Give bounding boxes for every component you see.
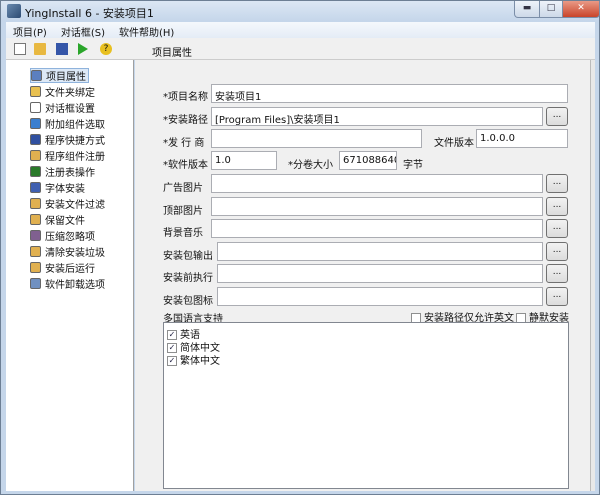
pre-install-run-input[interactable] (217, 264, 543, 284)
package-output-browse-button[interactable]: ... (546, 241, 568, 261)
advertisement-image-label: 广告图片 (163, 183, 203, 194)
tree-item-label: 文件夹绑定 (45, 88, 95, 99)
tree-item-label: 项目属性 (46, 72, 86, 83)
tree-item-label: 安装文件过滤 (45, 200, 105, 211)
title-bar: YingInstall 6 - 安装项目1 ▬ □ ✕ (1, 1, 600, 21)
pre-install-run-label: 安装前执行 (163, 273, 213, 285)
close-button[interactable]: ✕ (562, 1, 600, 18)
tree-item[interactable]: 程序快捷方式 (30, 132, 105, 147)
tree-item-icon (31, 70, 42, 81)
project-name-input[interactable]: 安装项目1 (211, 84, 568, 103)
tree-item-icon (30, 166, 41, 177)
tree-item-label: 字体安装 (45, 184, 85, 195)
advertisement-image-input[interactable] (211, 174, 543, 193)
install-path-browse-button[interactable]: ... (546, 107, 568, 126)
tree-item-icon (30, 182, 41, 193)
tree-item-icon (30, 246, 41, 257)
maximize-button[interactable]: □ (539, 1, 563, 18)
app-icon (7, 4, 21, 18)
install-path-label: *安装路径 (163, 115, 208, 126)
tree-item[interactable]: 文件夹绑定 (30, 84, 95, 99)
menu-project[interactable]: 项目(P) (6, 22, 54, 39)
language-label: 繁体中文 (180, 356, 220, 367)
tree-item[interactable]: 字体安装 (30, 180, 85, 195)
save-icon[interactable] (56, 43, 68, 55)
tree-item-icon (30, 150, 41, 161)
package-icon-input[interactable] (217, 287, 543, 306)
top-image-label: 顶部图片 (163, 205, 203, 217)
install-path-input[interactable]: [Program Files]\安装项目1 (211, 107, 543, 126)
main-window: YingInstall 6 - 安装项目1 ▬ □ ✕ 项目(P) 对话框(S)… (0, 0, 600, 495)
tree-item[interactable]: 安装文件过滤 (30, 196, 105, 211)
tree-item[interactable]: 程序组件注册 (30, 148, 105, 163)
tree-item-label: 注册表操作 (45, 168, 95, 179)
tree-item[interactable]: 压缩忽略项 (30, 228, 95, 243)
tree-item-label: 清除安装垃圾 (45, 248, 105, 259)
advertisement-image-browse-button[interactable]: ... (546, 174, 568, 193)
tree-item-icon (30, 230, 41, 241)
tree-item-icon (30, 198, 41, 209)
help-icon[interactable]: ? (100, 43, 112, 55)
tree-item[interactable]: 附加组件选取 (30, 116, 105, 131)
background-music-browse-button[interactable]: ... (546, 219, 568, 239)
software-version-label: *软件版本 (163, 160, 208, 171)
publisher-label: *发 行 商 (163, 138, 205, 149)
new-icon[interactable] (14, 43, 26, 55)
tree-item-icon (30, 134, 41, 145)
tree-item-icon (30, 86, 41, 97)
package-icon-label: 安装包图标 (163, 296, 213, 307)
pre-install-run-browse-button[interactable]: ... (546, 264, 568, 284)
tree-item-icon (30, 118, 41, 129)
tree-item-label: 附加组件选取 (45, 120, 105, 131)
navigation-tree: 项目属性文件夹绑定对话框设置附加组件选取 程序快捷方式 程序组件注册 注册表操作字体安… (6, 60, 134, 491)
tree-item[interactable]: 清除安装垃圾 (30, 244, 105, 259)
run-icon[interactable] (78, 43, 88, 55)
tree-item-icon (30, 102, 41, 113)
language-check[interactable]: ✓ (167, 356, 177, 366)
language-list[interactable]: ✓ 英语 ✓ 简体中文 ✓ 繁体中文 (163, 322, 569, 489)
toolbar-title: 项目属性 (152, 48, 192, 59)
volume-size-label: *分卷大小 (288, 160, 333, 171)
scrollbar[interactable] (590, 60, 595, 491)
file-version-label: 文件版本 (434, 138, 474, 149)
tree-item-label: 程序组件注册 (45, 152, 105, 163)
minimize-button[interactable]: ▬ (514, 1, 540, 18)
package-output-label: 安装包输出 (163, 250, 213, 262)
tree-item-label: 压缩忽略项 (45, 232, 95, 243)
publisher-input[interactable] (211, 129, 422, 148)
menu-help[interactable]: 软件帮助(H) (112, 22, 181, 39)
background-music-input[interactable] (211, 219, 543, 239)
software-version-input[interactable]: 1.0 (211, 151, 277, 170)
tree-item[interactable]: 项目属性 (30, 68, 89, 83)
toolbar: ? 项目属性 (6, 38, 595, 60)
top-image-browse-button[interactable]: ... (546, 196, 568, 216)
tree-item-icon (30, 214, 41, 225)
tree-item[interactable]: 安装后运行 (30, 260, 95, 275)
project-name-label: *项目名称 (163, 92, 208, 103)
tree-item[interactable]: 注册表操作 (30, 164, 95, 179)
package-output-input[interactable] (217, 241, 543, 261)
tree-item-icon (30, 278, 41, 289)
tree-item-label: 软件卸载选项 (45, 280, 105, 291)
tree-item-label: 程序快捷方式 (45, 136, 105, 147)
package-icon-browse-button[interactable]: ... (546, 287, 568, 306)
background-music-label: 背景音乐 (163, 228, 203, 240)
tree-item-label: 保留文件 (45, 216, 85, 227)
open-icon[interactable] (34, 43, 46, 55)
tree-item[interactable]: 保留文件 (30, 212, 85, 227)
volume-unit-label: 字节 (403, 160, 423, 171)
top-image-input[interactable] (211, 196, 543, 216)
project-properties-panel: *项目名称 安装项目1 *安装路径 [Program Files]\安装项目1 … (135, 60, 590, 491)
menu-bar: 项目(P) 对话框(S) 软件帮助(H) (6, 22, 595, 39)
window-title: YingInstall 6 - 安装项目1 (25, 7, 154, 20)
tree-item[interactable]: 对话框设置 (30, 100, 95, 115)
menu-dialog[interactable]: 对话框(S) (54, 22, 112, 39)
tree-item-icon (30, 262, 41, 273)
language-item[interactable]: ✓ 繁体中文 (167, 352, 220, 367)
tree-item[interactable]: 软件卸载选项 (30, 276, 105, 291)
tree-item-label: 安装后运行 (45, 264, 95, 275)
volume-size-input[interactable]: 671088640 (339, 151, 397, 170)
tree-item-label: 对话框设置 (45, 104, 95, 115)
file-version-input[interactable]: 1.0.0.0 (476, 129, 568, 148)
